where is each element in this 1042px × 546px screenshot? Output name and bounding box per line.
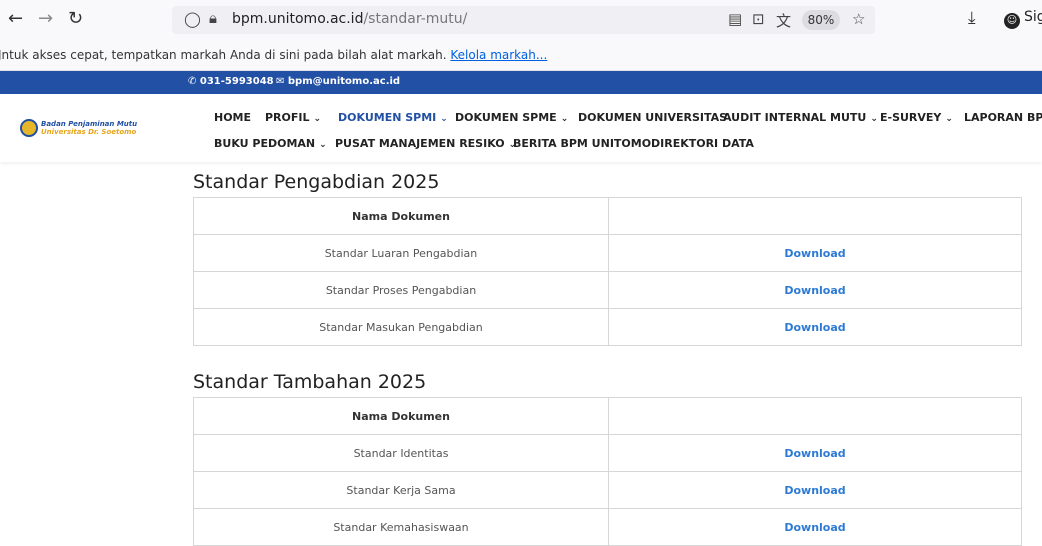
download-link[interactable]: Download bbox=[608, 434, 1022, 472]
table-row: Standar Luaran Pengabdian Download bbox=[193, 234, 1022, 272]
column-header-action bbox=[608, 197, 1022, 235]
table-row: Standar Identitas Download bbox=[193, 434, 1022, 472]
section-title: Standar Tambahan 2025 bbox=[193, 371, 427, 393]
chevron-down-icon: ⌄ bbox=[319, 140, 327, 150]
nav-profil[interactable]: PROFIL ⌄ bbox=[265, 111, 321, 124]
nav-dokumen-spme[interactable]: DOKUMEN SPME ⌄ bbox=[455, 111, 568, 124]
document-name: Standar Luaran Pengabdian bbox=[193, 234, 609, 272]
manage-bookmarks-link[interactable]: Kelola markah... bbox=[450, 48, 547, 62]
translate-icon[interactable]: 文 bbox=[776, 10, 791, 31]
site-logo[interactable]: Badan Penjaminan Mutu Universitas Dr. So… bbox=[20, 119, 137, 137]
column-header-action bbox=[608, 397, 1022, 435]
chevron-down-icon: ⌄ bbox=[313, 114, 322, 124]
table-row: Standar Kerja Sama Download bbox=[193, 471, 1022, 509]
mail-icon: ✉ bbox=[276, 76, 285, 87]
table-row: Standar Proses Pengabdian Download bbox=[193, 271, 1022, 309]
document-name: Standar Masukan Pengabdian bbox=[193, 308, 609, 346]
document-name: Standar Proses Pengabdian bbox=[193, 271, 609, 309]
nav-berita-bpm-unitomo[interactable]: BERITA BPM UNITOMO bbox=[513, 137, 651, 150]
browser-toolbar: ← → ↻ ◯ 🔒︎ bpm.unitomo.ac.id/standar-mut… bbox=[0, 0, 1042, 40]
logo-emblem-icon bbox=[20, 119, 38, 137]
download-link[interactable]: Download bbox=[608, 234, 1022, 272]
shield-icon[interactable]: ◯ bbox=[184, 10, 201, 28]
nav-laporan-bpm[interactable]: LAPORAN BPM bbox=[964, 111, 1042, 124]
account-button[interactable]: ☺ Sig bbox=[1004, 9, 1042, 29]
phone-contact: ✆ 031-5993048 bbox=[188, 76, 274, 87]
document-table: Nama Dokumen Standar Identitas Download … bbox=[193, 397, 1022, 546]
url-bar[interactable]: ◯ 🔒︎ bpm.unitomo.ac.id/standar-mutu/ ▤ ⊡… bbox=[172, 6, 875, 34]
forward-arrow-icon[interactable]: → bbox=[38, 8, 53, 30]
lock-icon[interactable]: 🔒︎ bbox=[209, 9, 217, 27]
document-name: Standar Kerja Sama bbox=[193, 471, 609, 509]
nav-dokumen-spmi[interactable]: DOKUMEN SPMI ⌄ bbox=[338, 111, 448, 124]
chevron-down-icon: ⌄ bbox=[440, 114, 448, 124]
download-link[interactable]: Download bbox=[608, 508, 1022, 546]
chevron-down-icon: ⌄ bbox=[945, 114, 953, 124]
downloads-icon[interactable]: ⤓ bbox=[968, 8, 976, 28]
column-header-name: Nama Dokumen bbox=[193, 397, 609, 435]
section-title: Standar Pengabdian 2025 bbox=[193, 171, 440, 193]
table-header-row: Nama Dokumen bbox=[193, 397, 1022, 435]
document-table: Nama Dokumen Standar Luaran Pengabdian D… bbox=[193, 197, 1022, 346]
account-icon: ☺ bbox=[1004, 13, 1020, 29]
nav-direktori-data[interactable]: DIREKTORI DATA bbox=[651, 137, 754, 150]
back-arrow-icon[interactable]: ← bbox=[8, 8, 23, 30]
url-text[interactable]: bpm.unitomo.ac.id/standar-mutu/ bbox=[232, 11, 467, 27]
table-header-row: Nama Dokumen bbox=[193, 197, 1022, 235]
contact-bar: ✆ 031-5993048 ✉ bpm@unitomo.ac.id bbox=[0, 71, 1042, 94]
nav-e-survey[interactable]: E-SURVEY ⌄ bbox=[880, 111, 953, 124]
phone-icon: ✆ bbox=[188, 76, 197, 87]
column-header-name: Nama Dokumen bbox=[193, 197, 609, 235]
nav-buku-pedoman[interactable]: BUKU PEDOMAN ⌄ bbox=[214, 137, 327, 150]
site-header: Badan Penjaminan Mutu Universitas Dr. So… bbox=[0, 94, 1042, 162]
document-name: Standar Kemahasiswaan bbox=[193, 508, 609, 546]
reload-icon[interactable]: ↻ bbox=[68, 8, 83, 30]
nav-dokumen-universitas[interactable]: DOKUMEN UNIVERSITAS bbox=[578, 111, 727, 124]
download-link[interactable]: Download bbox=[608, 308, 1022, 346]
nav-audit-internal-mutu[interactable]: AUDIT INTERNAL MUTU ⌄ bbox=[723, 111, 878, 124]
document-name: Standar Identitas bbox=[193, 434, 609, 472]
bookmarks-hint: Jntuk akses cepat, tempatkan markah Anda… bbox=[0, 48, 548, 62]
chevron-down-icon: ⌄ bbox=[560, 114, 569, 124]
bookmarks-bar: Jntuk akses cepat, tempatkan markah Anda… bbox=[0, 40, 1042, 71]
nav-pusat-manajemen-resiko[interactable]: PUSAT MANAJEMEN RESIKO ⌄ bbox=[335, 137, 516, 150]
zoom-level-badge[interactable]: 80% bbox=[802, 10, 840, 30]
download-link[interactable]: Download bbox=[608, 471, 1022, 509]
table-row: Standar Masukan Pengabdian Download bbox=[193, 308, 1022, 346]
reader-view-icon[interactable]: ▤ bbox=[728, 10, 742, 28]
table-row: Standar Kemahasiswaan Download bbox=[193, 508, 1022, 546]
nav-home[interactable]: HOME bbox=[214, 111, 251, 124]
download-link[interactable]: Download bbox=[608, 271, 1022, 309]
email-contact[interactable]: ✉ bpm@unitomo.ac.id bbox=[276, 76, 400, 87]
chevron-down-icon: ⌄ bbox=[870, 114, 878, 124]
bookmark-star-icon[interactable]: ☆ bbox=[852, 10, 865, 28]
save-page-icon[interactable]: ⊡ bbox=[752, 10, 765, 28]
